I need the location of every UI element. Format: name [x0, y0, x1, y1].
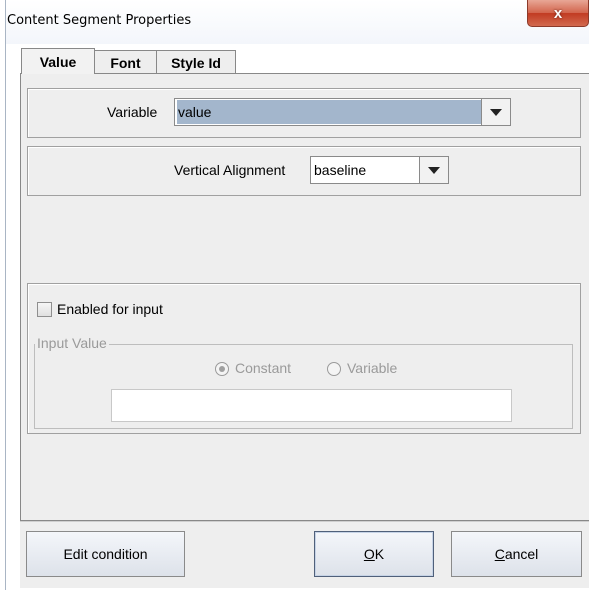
vertical-alignment-section: Vertical Alignment baseline: [27, 146, 581, 196]
window-title: Content Segment Properties: [7, 13, 192, 28]
tab-style-id-label: Style Id: [171, 54, 221, 71]
ok-button[interactable]: OK: [314, 531, 434, 577]
variable-radio[interactable]: [327, 362, 341, 376]
tab-font[interactable]: Font: [94, 50, 157, 74]
vertical-alignment-combobox[interactable]: baseline: [310, 156, 449, 184]
variable-label: Variable: [107, 104, 158, 120]
edit-condition-button[interactable]: Edit condition: [26, 531, 185, 577]
tab-style-id[interactable]: Style Id: [156, 50, 236, 74]
input-value-field[interactable]: [111, 389, 512, 422]
input-value-legend: Input Value: [35, 335, 109, 351]
tab-value[interactable]: Value: [21, 48, 95, 74]
vertical-alignment-label: Vertical Alignment: [174, 162, 286, 178]
variable-dropdown-button[interactable]: [481, 99, 510, 125]
cancel-button[interactable]: Cancel: [451, 531, 582, 577]
close-icon: x: [553, 4, 563, 22]
radio-selected-dot: [219, 366, 225, 372]
constant-radio-label: Constant: [235, 360, 292, 376]
chevron-down-icon: [428, 166, 440, 174]
variable-section: Variable value: [27, 88, 581, 138]
enabled-for-input-label: Enabled for input: [57, 301, 163, 317]
dialog-window: Content Segment Properties x Value Font …: [5, 0, 589, 590]
tab-panel-value: Variable value Vertical Alignment baseli…: [20, 73, 589, 521]
variable-combobox[interactable]: value: [174, 98, 511, 126]
constant-radio[interactable]: [215, 362, 229, 376]
enabled-for-input-checkbox[interactable]: [37, 302, 52, 317]
title-bar[interactable]: Content Segment Properties x: [6, 0, 589, 44]
variable-value: value: [177, 100, 481, 124]
edit-condition-label: Edit condition: [63, 546, 148, 562]
input-section: Enabled for input Input Value Constant V…: [27, 283, 581, 434]
vertical-alignment-dropdown-button[interactable]: [419, 157, 448, 183]
tab-value-label: Value: [39, 53, 77, 70]
variable-radio-label: Variable: [347, 360, 398, 376]
button-bar: Edit condition OK Cancel: [20, 521, 589, 588]
cancel-label: Cancel: [494, 546, 539, 562]
chevron-down-icon: [490, 108, 502, 116]
input-value-group: Input Value Constant Variable: [34, 335, 573, 429]
close-button[interactable]: x: [527, 0, 589, 27]
ok-label: OK: [363, 546, 385, 562]
vertical-alignment-value: baseline: [314, 162, 367, 178]
tab-font-label: Font: [110, 54, 141, 71]
